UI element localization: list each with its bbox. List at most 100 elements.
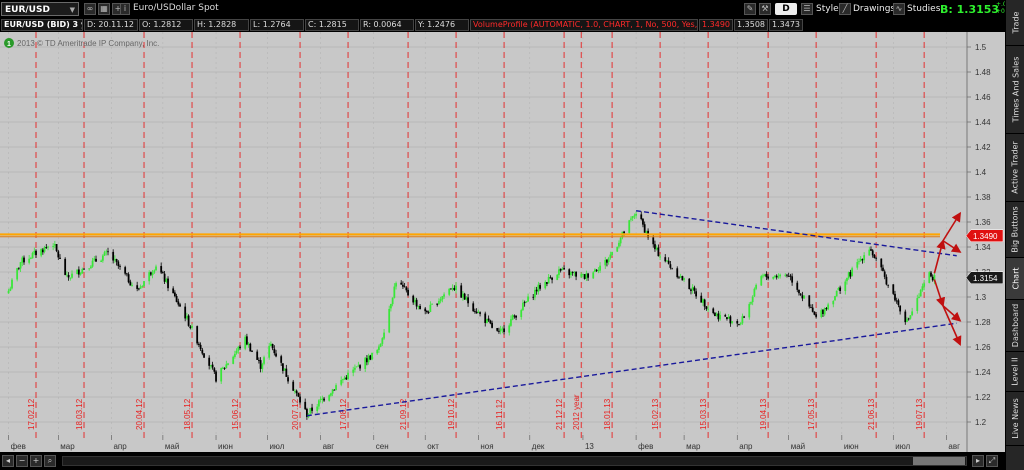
candle-up (103, 252, 106, 256)
candle-down (129, 281, 132, 286)
studies-menu[interactable]: Studies (907, 2, 940, 16)
bottom-toolbar: ◂ − + ⌕ ▸ ⤢ (0, 452, 1005, 470)
candle-up (441, 296, 444, 300)
candle-down (472, 303, 475, 312)
candle-down (535, 289, 538, 292)
zoom-in-icon[interactable]: + (30, 455, 42, 467)
link-icon[interactable]: ∞ (84, 3, 96, 15)
price-chart[interactable]: 17.02.12 18.03.12 20.04.12 18.05.12 15.06.12… (0, 32, 1005, 458)
tab-times-and-sales[interactable]: Times And Sales (1006, 46, 1024, 134)
candle-down (870, 249, 872, 251)
candle-up (155, 266, 157, 271)
candle-up (499, 329, 502, 332)
tab-live-news[interactable]: Live News (1006, 392, 1024, 446)
pan-left-icon[interactable]: ◂ (2, 455, 14, 467)
candle-up (393, 286, 396, 298)
candle-up (846, 278, 848, 282)
grid-icon[interactable]: ▦ (98, 3, 110, 15)
candle-down (643, 224, 646, 233)
candle-up (379, 343, 382, 347)
x-tick-label: окт (427, 442, 439, 451)
candle-up (655, 247, 658, 250)
candle-up (357, 365, 360, 367)
candle-up (381, 338, 384, 344)
tab-dashboard[interactable]: Dashboard (1006, 300, 1024, 352)
candle-down (251, 351, 253, 353)
candle-down (738, 324, 740, 325)
expiration-marker-label: 18.03.12 (75, 398, 84, 430)
candle-up (820, 310, 823, 317)
candle-up (863, 255, 866, 261)
aggregation-period-button[interactable]: D (775, 3, 797, 15)
drawings-icon[interactable]: ╱ (839, 3, 851, 15)
candle-down (904, 311, 907, 323)
candle-down (239, 346, 241, 349)
expand-icon[interactable]: ⤢ (986, 455, 998, 467)
candle-up (779, 274, 782, 277)
candle-up (580, 274, 583, 277)
drawings-menu[interactable]: Drawings (853, 2, 895, 16)
candle-down (813, 311, 816, 315)
candle-up (832, 301, 835, 305)
candle-down (275, 353, 277, 357)
info-icon[interactable]: i (120, 3, 130, 15)
candle-down (23, 257, 25, 263)
candle-down (767, 276, 770, 279)
studies-icon[interactable]: ∿ (893, 3, 905, 15)
tab-active-trader[interactable]: Active Trader (1006, 134, 1024, 202)
candle-down (463, 293, 466, 300)
tab-live-news-label: Live News (1011, 398, 1020, 439)
x-tick-label: фев (11, 442, 26, 451)
candle-down (765, 273, 768, 278)
candle-down (115, 259, 118, 262)
drawing-tool-icon[interactable]: ✎ (744, 3, 756, 15)
tab-trade[interactable]: Trade (1006, 0, 1024, 46)
candle-up (227, 363, 229, 365)
expiration-marker-label: 20.04.12 (135, 398, 144, 430)
chart-area[interactable]: 17.02.12 18.03.12 20.04.12 18.05.12 15.06.12… (0, 32, 1005, 458)
candle-down (539, 285, 541, 289)
candle-up (847, 272, 850, 279)
candle-up (16, 268, 19, 280)
candle-up (69, 277, 72, 279)
expiration-marker-label: 21.12.12 (555, 398, 564, 430)
candle-up (7, 290, 10, 294)
y-tick-label: 1.4 (975, 168, 987, 177)
search-icon[interactable]: ⌕ (44, 455, 56, 467)
scroll-right-icon[interactable]: ▸ (972, 455, 984, 467)
candle-down (149, 272, 152, 275)
candle-up (21, 257, 24, 263)
candle-up (367, 355, 370, 363)
scrollbar-thumb[interactable] (913, 457, 965, 465)
candle-up (751, 296, 754, 303)
tab-trade-label: Trade (1011, 11, 1020, 34)
zoom-out-icon[interactable]: − (16, 455, 28, 467)
tab-level-ii[interactable]: Level II (1006, 352, 1024, 392)
candle-down (513, 315, 516, 317)
expiration-marker-label: 18.05.12 (183, 398, 192, 430)
style-menu[interactable]: Style (816, 2, 839, 16)
candle-down (196, 326, 199, 344)
candle-up (261, 364, 264, 370)
candle-up (185, 316, 188, 319)
candle-up (354, 367, 356, 370)
tab-big-buttons[interactable]: Big Buttons (1006, 202, 1024, 258)
style-icon[interactable]: ☰ (801, 3, 813, 15)
x-tick-label: мар (60, 442, 75, 451)
candle-down (45, 247, 48, 248)
candle-down (786, 274, 788, 276)
candle-up (139, 286, 142, 289)
time-scrollbar[interactable] (62, 456, 967, 466)
symbol-selector[interactable]: EUR/USD ▼ (1, 2, 79, 16)
top-toolbar: EUR/USD ▼ ∞ ▦ + i Euro/USDollar Spot ✎ ⚒ … (0, 0, 1024, 18)
expiration-marker-label: 17.08.12 (339, 398, 348, 430)
wrench-icon[interactable]: ⚒ (759, 3, 771, 15)
candle-up (318, 400, 320, 407)
volume-profile-value-3: 1.3473 (769, 19, 803, 31)
candle-up (774, 275, 776, 277)
candle-up (597, 270, 600, 272)
candle-down (35, 250, 37, 256)
tab-chart[interactable]: Chart (1006, 258, 1024, 300)
candle-down (41, 249, 44, 253)
candle-up (522, 302, 524, 311)
